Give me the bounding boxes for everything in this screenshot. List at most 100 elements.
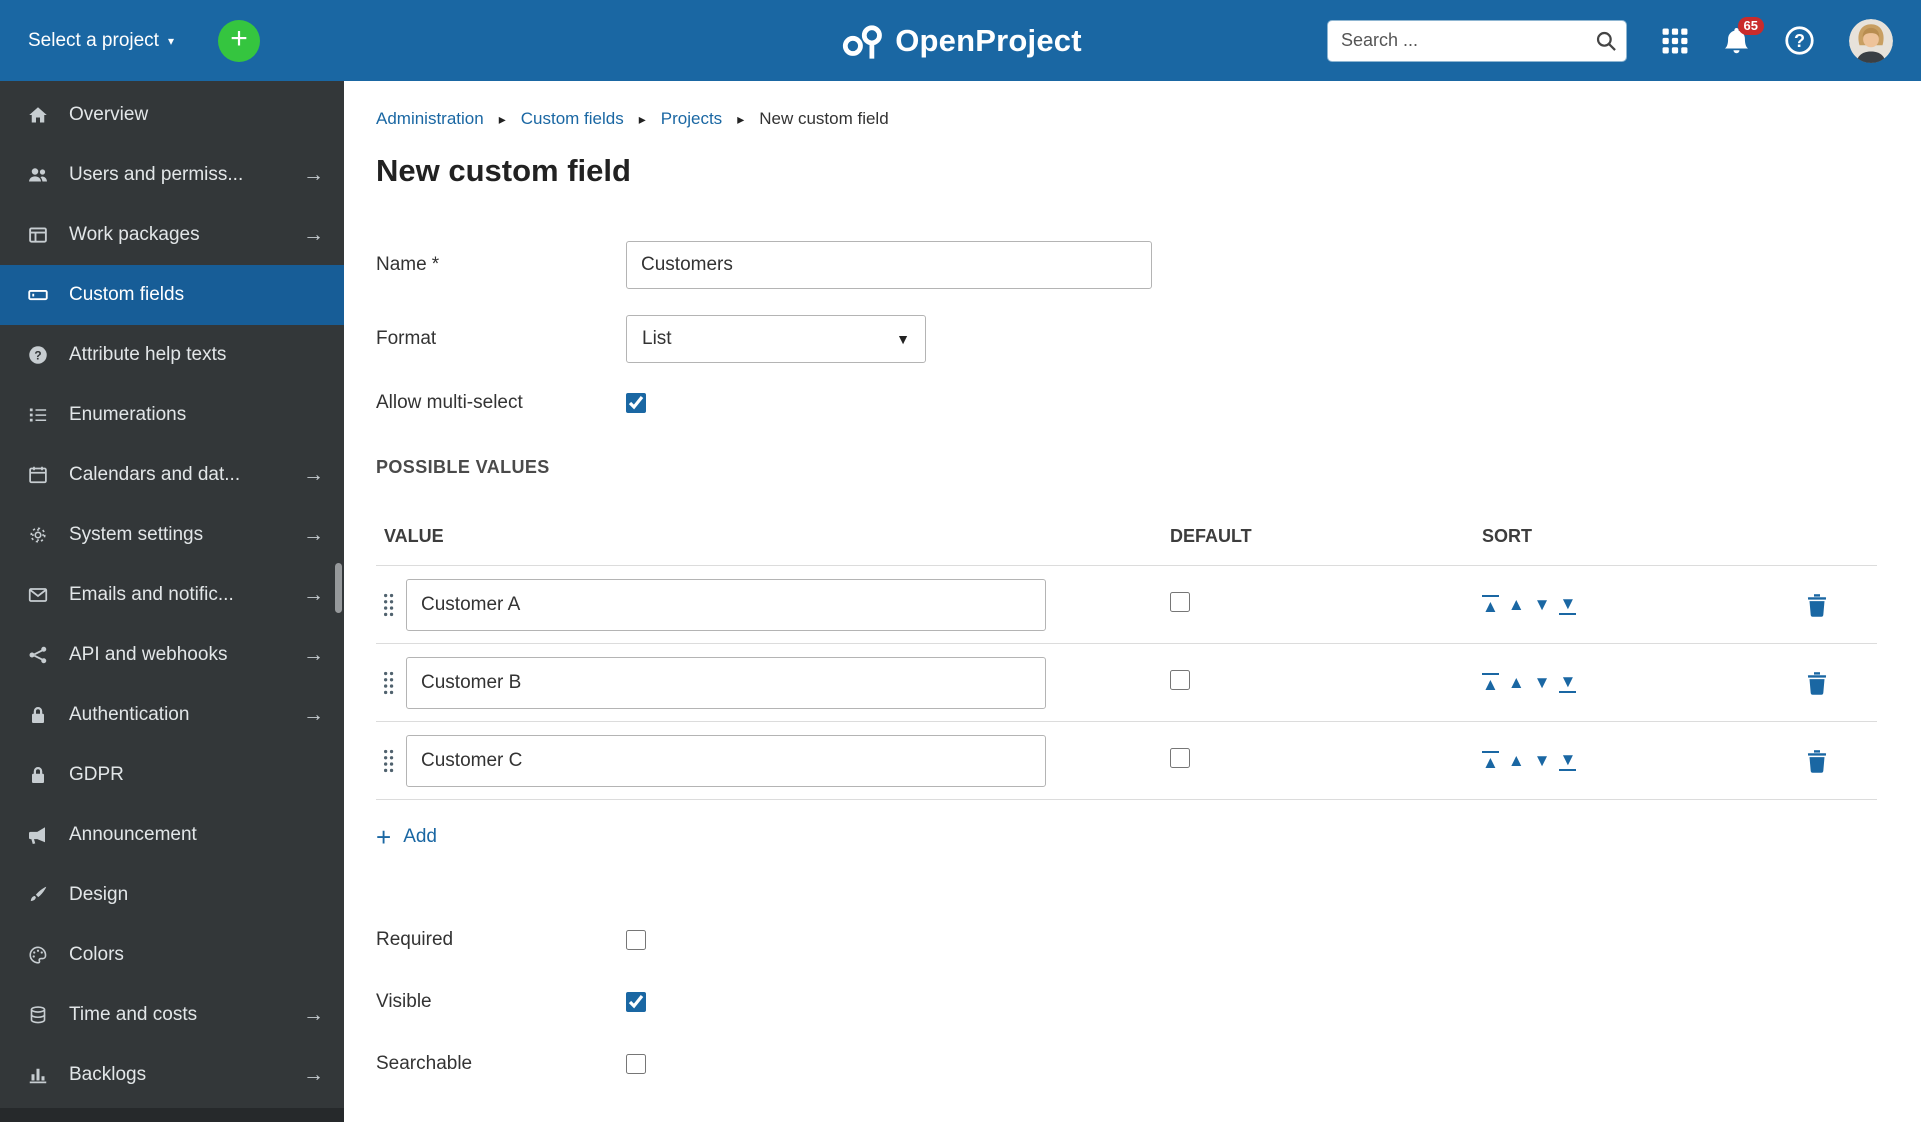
breadcrumb-separator-icon: ▸ (737, 110, 745, 127)
sidebar-item-custom-fields[interactable]: Custom fields (0, 265, 344, 325)
default-checkbox[interactable] (1170, 670, 1190, 690)
searchable-checkbox[interactable] (626, 1054, 646, 1074)
search-icon[interactable] (1595, 30, 1617, 57)
arrow-right-icon: → (303, 583, 324, 606)
sidebar-item-design[interactable]: Design (0, 865, 344, 925)
move-down-icon[interactable]: ▼ (1534, 596, 1551, 613)
multi-select-checkbox[interactable] (626, 393, 646, 413)
global-add-button[interactable]: + (218, 19, 260, 62)
arrow-right-icon: → (303, 523, 324, 546)
move-down-icon[interactable]: ▼ (1534, 752, 1551, 769)
breadcrumb-link-custom-fields[interactable]: Custom fields (521, 109, 624, 129)
plus-icon: + (376, 822, 392, 852)
sidebar-item-colors[interactable]: Colors (0, 925, 344, 985)
possible-values-title: POSSIBLE VALUES (376, 457, 550, 477)
move-up-icon[interactable]: ▲ (1508, 752, 1525, 769)
drag-handle-icon[interactable] (382, 670, 394, 696)
delete-row-button[interactable] (1806, 749, 1828, 773)
plus-icon: + (230, 21, 248, 55)
sidebar-item-time-and-costs[interactable]: Time and costs → (0, 985, 344, 1045)
trash-icon (1807, 749, 1826, 773)
value-input[interactable] (406, 656, 1046, 709)
user-avatar-button[interactable] (1849, 18, 1893, 63)
required-checkbox[interactable] (626, 930, 646, 950)
work-packages-icon (26, 225, 50, 245)
move-to-top-icon[interactable]: ▲ (1482, 672, 1499, 693)
possible-values-header: VALUE DEFAULT SORT (376, 512, 1877, 566)
default-checkbox[interactable] (1170, 748, 1190, 768)
format-label: Format (376, 328, 437, 349)
multi-select-row: Allow multi-select (376, 389, 1921, 417)
value-input[interactable] (406, 578, 1046, 631)
sidebar-item-announcement[interactable]: Announcement (0, 805, 344, 865)
required-asterisk: * (431, 254, 440, 275)
grid-icon (1662, 28, 1688, 53)
value-input[interactable] (406, 734, 1046, 787)
searchable-row: Searchable (376, 1050, 1921, 1078)
sidebar-item-emails-and-notifications[interactable]: Emails and notific... → (0, 565, 344, 625)
name-input[interactable] (626, 241, 1152, 289)
question-circle-icon: ? (26, 345, 50, 365)
global-search (1327, 19, 1627, 62)
add-value-button[interactable]: + Add (376, 824, 437, 850)
sidebar-item-attribute-help-texts[interactable]: ? Attribute help texts (0, 325, 344, 385)
sidebar-item-calendars-and-dates[interactable]: Calendars and dat... → (0, 445, 344, 505)
move-to-top-icon[interactable]: ▲ (1482, 594, 1499, 615)
chart-bars-icon (26, 1065, 50, 1085)
breadcrumb-link-projects[interactable]: Projects (661, 109, 722, 129)
sidebar-item-backlogs[interactable]: Backlogs → (0, 1045, 344, 1105)
home-icon (26, 105, 50, 125)
delete-row-button[interactable] (1806, 671, 1828, 695)
move-up-icon[interactable]: ▲ (1508, 596, 1525, 613)
chevron-down-icon: ▾ (167, 33, 174, 48)
help-button[interactable]: ? (1784, 25, 1815, 56)
move-to-bottom-icon[interactable]: ▼ (1559, 595, 1577, 615)
sidebar-item-authentication[interactable]: Authentication → (0, 685, 344, 745)
breadcrumb: Administration ▸ Custom fields ▸ Project… (376, 109, 1921, 129)
brand-name: OpenProject (895, 22, 1082, 58)
sidebar-item-overview[interactable]: Overview (0, 85, 344, 145)
drag-handle-icon[interactable] (382, 748, 394, 774)
sidebar-item-api-and-webhooks[interactable]: API and webhooks → (0, 625, 344, 685)
sidebar-item-enumerations[interactable]: Enumerations (0, 385, 344, 445)
avatar-image (1849, 18, 1893, 63)
search-input[interactable] (1327, 19, 1627, 62)
trash-icon (1807, 593, 1826, 617)
breadcrumb-current: New custom field (759, 109, 889, 128)
sidebar-item-work-packages[interactable]: Work packages → (0, 205, 344, 265)
delete-row-button[interactable] (1806, 593, 1828, 617)
move-up-icon[interactable]: ▲ (1508, 674, 1525, 691)
sidebar-item-users-permissions[interactable]: Users and permiss... → (0, 145, 344, 205)
project-select-label: Select a project (28, 29, 159, 51)
megaphone-icon (26, 825, 50, 845)
sidebar-footer (0, 1108, 344, 1122)
column-header-sort: SORT (1482, 526, 1533, 546)
sidebar: Overview Users and permiss... → Work pac… (0, 81, 344, 1122)
move-down-icon[interactable]: ▼ (1534, 674, 1551, 691)
custom-fields-icon (26, 285, 50, 305)
gear-icon (26, 525, 50, 545)
format-select[interactable]: List ▼ (626, 315, 926, 363)
move-to-top-icon[interactable]: ▲ (1482, 750, 1499, 771)
visible-row: Visible (376, 988, 1921, 1016)
project-select-button[interactable]: Select a project ▾ (28, 30, 174, 52)
breadcrumb-link-administration[interactable]: Administration (376, 109, 484, 129)
notifications-button[interactable]: 65 (1723, 17, 1764, 55)
breadcrumb-separator-icon: ▸ (498, 110, 506, 127)
move-to-bottom-icon[interactable]: ▼ (1559, 751, 1577, 771)
sidebar-scrollbar[interactable] (335, 563, 342, 613)
table-row: ▲ ▲ ▼ ▼ (376, 722, 1877, 800)
modules-button[interactable] (1661, 27, 1689, 55)
visible-checkbox[interactable] (626, 992, 646, 1012)
drag-handle-icon[interactable] (382, 592, 394, 618)
move-to-bottom-icon[interactable]: ▼ (1559, 673, 1577, 693)
sidebar-item-system-settings[interactable]: System settings → (0, 505, 344, 565)
arrow-right-icon: → (303, 163, 324, 186)
required-row: Required (376, 926, 1921, 954)
brand-logo[interactable]: OpenProject (839, 22, 1082, 60)
openproject-logo-icon (842, 24, 882, 59)
sidebar-item-gdpr[interactable]: GDPR (0, 745, 344, 805)
default-checkbox[interactable] (1170, 592, 1190, 612)
add-value-label: Add (403, 826, 437, 847)
visible-label: Visible (376, 991, 432, 1012)
